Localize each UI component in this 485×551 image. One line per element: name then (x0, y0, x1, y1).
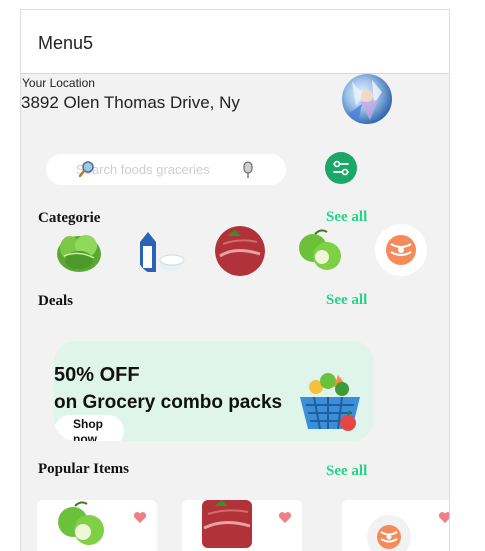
category-apple[interactable] (295, 226, 345, 276)
category-lettuce[interactable] (54, 226, 104, 276)
search-icon (78, 160, 96, 178)
categories-see-all-link[interactable]: See all (326, 209, 367, 226)
favorite-heart-icon[interactable] (278, 511, 292, 524)
search-bar[interactable] (46, 154, 286, 185)
search-input[interactable] (76, 162, 216, 177)
filter-button[interactable] (325, 152, 357, 184)
location-label: Your Location (22, 76, 95, 90)
product-card-apple[interactable] (37, 500, 157, 551)
deals-title: Deals (38, 293, 73, 309)
grocery-basket-icon (294, 367, 366, 437)
popular-see-all-link[interactable]: See all (326, 463, 367, 480)
app-frame: Menu5 Your Location 3892 Olen Thomas Dri… (20, 9, 450, 551)
microphone-icon[interactable] (241, 161, 255, 179)
category-meat[interactable] (215, 226, 265, 276)
app-bar: Menu5 (21, 10, 449, 74)
product-image-salmon (377, 525, 401, 549)
product-image-frame (367, 515, 411, 551)
category-milk[interactable] (136, 226, 186, 276)
favorite-heart-icon[interactable] (438, 511, 450, 524)
location-value[interactable]: 3892 Olen Thomas Drive, Ny (21, 93, 240, 113)
banner-subtitle: on Grocery combo packs (54, 392, 283, 413)
deal-banner[interactable]: 50% OFF on Grocery combo packs Shop now (54, 341, 374, 441)
avatar[interactable] (342, 74, 392, 124)
app-title: Menu5 (38, 33, 94, 53)
shop-now-button[interactable]: Shop now (54, 415, 124, 441)
popular-items-title: Popular Items (38, 461, 129, 477)
filter-icon (333, 160, 349, 176)
product-image-apple (58, 501, 104, 545)
categories-title: Categorie (38, 210, 101, 226)
banner-headline: 50% OFF (54, 364, 140, 386)
product-image-meat (202, 500, 252, 548)
deals-see-all-link[interactable]: See all (326, 292, 367, 309)
product-card-salmon[interactable] (342, 500, 450, 551)
category-salmon[interactable] (375, 224, 427, 276)
product-card-meat[interactable] (182, 500, 302, 551)
favorite-heart-icon[interactable] (133, 511, 147, 524)
